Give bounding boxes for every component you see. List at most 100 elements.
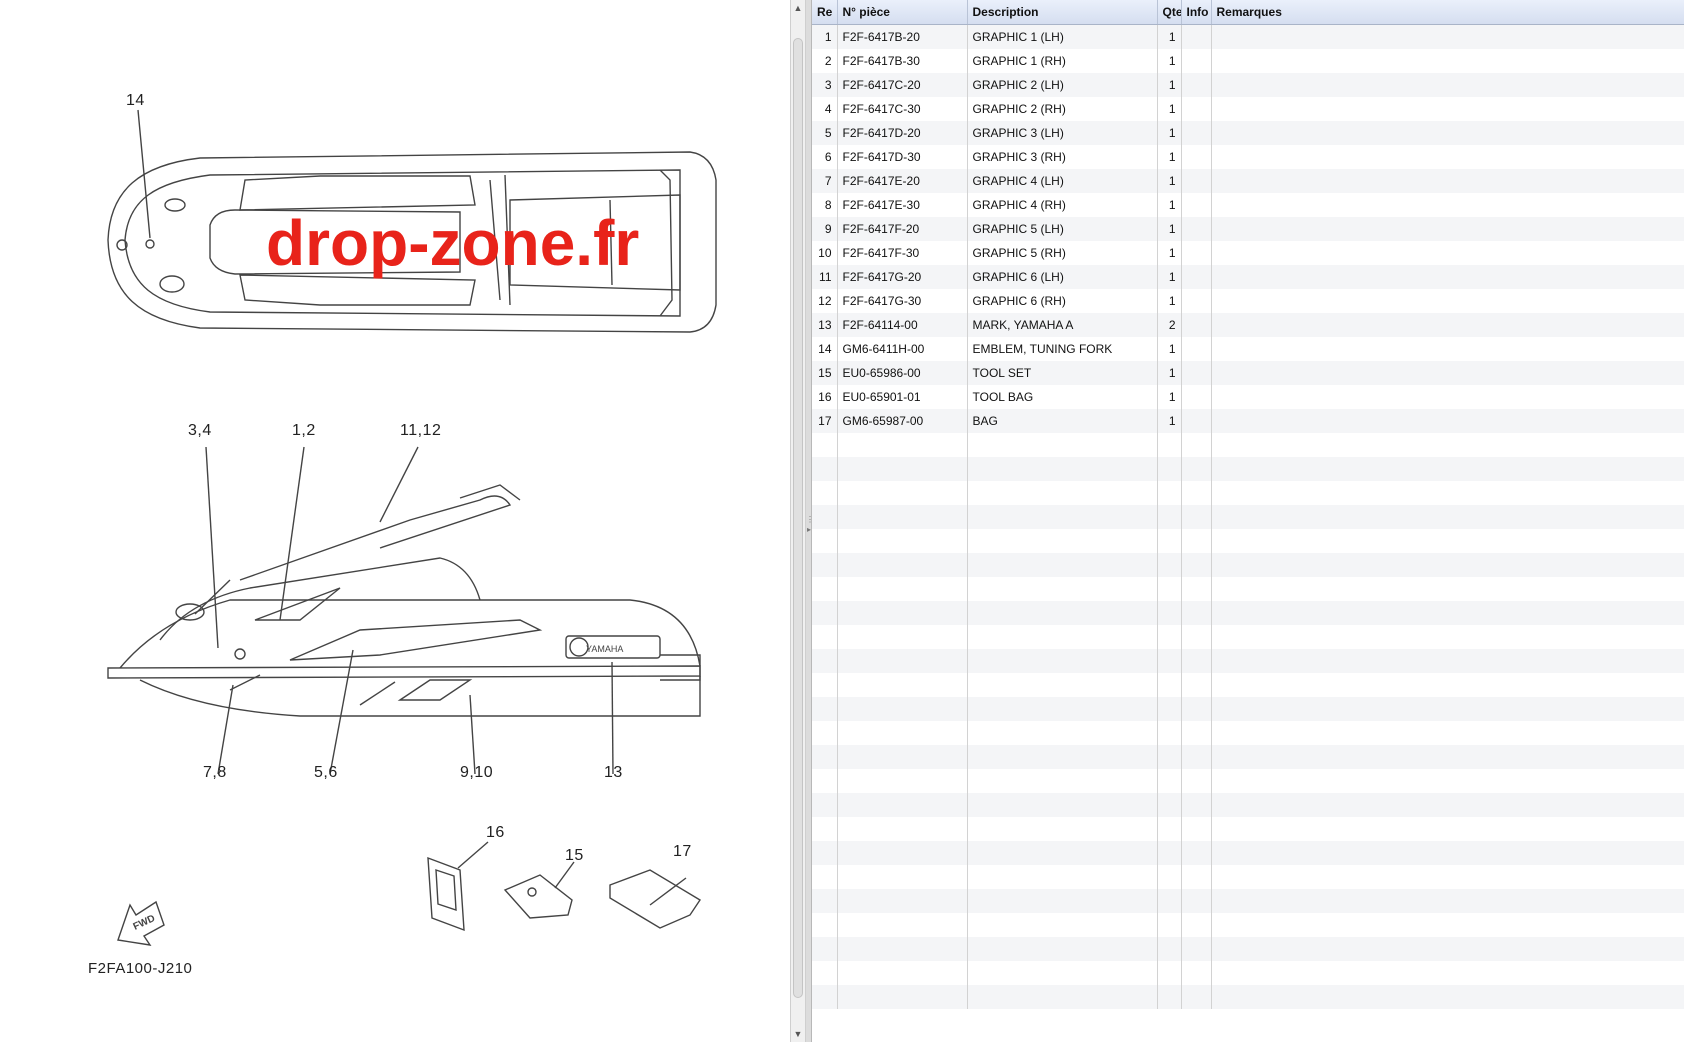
callout-5-6: 5,6 <box>314 764 338 781</box>
column-header-description[interactable]: Description <box>967 0 1158 25</box>
empty-cell <box>837 505 968 529</box>
table-row[interactable]: 12 F2F-6417G-30 GRAPHIC 6 (RH) 1 <box>812 289 1684 313</box>
column-header-ref[interactable]: Re <box>812 0 838 25</box>
table-row-empty <box>812 745 1684 769</box>
empty-cell <box>1157 865 1182 889</box>
table-row[interactable]: 15 EU0-65986-00 TOOL SET 1 <box>812 361 1684 385</box>
cell-part-number: GM6-6411H-00 <box>837 337 968 361</box>
callout-15: 15 <box>565 847 584 864</box>
empty-cell <box>967 793 1158 817</box>
column-header-part-number[interactable]: N° pièce <box>837 0 968 25</box>
empty-cell <box>967 913 1158 937</box>
table-row-empty <box>812 841 1684 865</box>
empty-cell <box>1211 577 1684 601</box>
watermark: drop-zone.fr <box>266 207 640 279</box>
empty-cell <box>812 793 838 817</box>
empty-cell <box>812 697 838 721</box>
callout-3-4: 3,4 <box>188 422 212 439</box>
empty-cell <box>812 769 838 793</box>
column-header-qty[interactable]: Qte <box>1157 0 1182 25</box>
cell-remarks <box>1211 97 1684 121</box>
callout-14: 14 <box>126 92 145 109</box>
empty-cell <box>1211 457 1684 481</box>
cell-info <box>1181 145 1212 169</box>
empty-cell <box>812 577 838 601</box>
empty-cell <box>967 985 1158 1009</box>
diagram-scrollbar[interactable]: ▲ ▼ <box>790 0 806 1042</box>
empty-cell <box>1181 553 1212 577</box>
empty-cell <box>812 721 838 745</box>
empty-cell <box>967 457 1158 481</box>
empty-cell <box>1181 841 1212 865</box>
empty-cell <box>1211 481 1684 505</box>
column-header-remarks[interactable]: Remarques <box>1211 0 1684 25</box>
table-row[interactable]: 8 F2F-6417E-30 GRAPHIC 4 (RH) 1 <box>812 193 1684 217</box>
table-row[interactable]: 7 F2F-6417E-20 GRAPHIC 4 (LH) 1 <box>812 169 1684 193</box>
cell-info <box>1181 409 1212 433</box>
empty-cell <box>1157 433 1182 457</box>
empty-cell <box>967 889 1158 913</box>
empty-cell <box>1157 529 1182 553</box>
side-view-hull <box>107 665 701 679</box>
cell-part-number: F2F-64114-00 <box>837 313 968 337</box>
column-header-info[interactable]: Info <box>1181 0 1212 25</box>
cell-description: GRAPHIC 1 (RH) <box>967 49 1158 73</box>
empty-cell <box>812 529 838 553</box>
empty-cell <box>1211 697 1684 721</box>
cell-qty: 1 <box>1157 265 1182 289</box>
cell-info <box>1181 169 1212 193</box>
table-row-empty <box>812 625 1684 649</box>
empty-cell <box>1181 697 1212 721</box>
table-row[interactable]: 13 F2F-64114-00 MARK, YAMAHA A2 <box>812 313 1684 337</box>
empty-cell <box>812 673 838 697</box>
empty-cell <box>837 625 968 649</box>
empty-cell <box>1157 697 1182 721</box>
table-row[interactable]: 14 GM6-6411H-00 EMBLEM, TUNING FORK 1 <box>812 337 1684 361</box>
empty-cell <box>837 529 968 553</box>
table-row[interactable]: 16 EU0-65901-01 TOOL BAG 1 <box>812 385 1684 409</box>
cell-qty: 1 <box>1157 241 1182 265</box>
empty-cell <box>967 745 1158 769</box>
table-row[interactable]: 3 F2F-6417C-20 GRAPHIC 2 (LH) 1 <box>812 73 1684 97</box>
cell-info <box>1181 217 1212 241</box>
table-row[interactable]: 4 F2F-6417C-30 GRAPHIC 2 (RH) 1 <box>812 97 1684 121</box>
empty-cell <box>1211 649 1684 673</box>
empty-cell <box>1211 601 1684 625</box>
table-row[interactable]: 10 F2F-6417F-30 GRAPHIC 5 (RH) 1 <box>812 241 1684 265</box>
cell-ref: 17 <box>812 409 838 433</box>
empty-cell <box>1211 553 1684 577</box>
cell-qty: 1 <box>1157 385 1182 409</box>
scrollbar-thumb[interactable] <box>793 38 803 998</box>
empty-cell <box>812 553 838 577</box>
table-row[interactable]: 17 GM6-65987-00 BAG 1 <box>812 409 1684 433</box>
cell-qty: 1 <box>1157 289 1182 313</box>
table-row[interactable]: 11 F2F-6417G-20 GRAPHIC 6 (LH) 1 <box>812 265 1684 289</box>
cell-ref: 5 <box>812 121 838 145</box>
empty-cell <box>1157 721 1182 745</box>
table-row-empty <box>812 673 1684 697</box>
table-row-empty <box>812 505 1684 529</box>
cell-info <box>1181 361 1212 385</box>
table-row[interactable]: 9 F2F-6417F-20 GRAPHIC 5 (LH) 1 <box>812 217 1684 241</box>
table-row[interactable]: 6 F2F-6417D-30 GRAPHIC 3 (RH) 1 <box>812 145 1684 169</box>
cell-ref: 3 <box>812 73 838 97</box>
scroll-up-icon[interactable]: ▲ <box>791 0 805 16</box>
table-row-empty <box>812 433 1684 457</box>
table-row[interactable]: 5 F2F-6417D-20 GRAPHIC 3 (LH) 1 <box>812 121 1684 145</box>
table-row-empty <box>812 649 1684 673</box>
empty-cell <box>1157 985 1182 1009</box>
tool-bag-part <box>427 856 465 932</box>
empty-cell <box>837 721 968 745</box>
empty-cell <box>1181 961 1212 985</box>
empty-cell <box>837 913 968 937</box>
empty-cell <box>1181 937 1212 961</box>
empty-cell <box>967 961 1158 985</box>
cell-part-number: F2F-6417E-20 <box>837 169 968 193</box>
table-row-empty <box>812 913 1684 937</box>
scroll-down-icon[interactable]: ▼ <box>791 1026 805 1042</box>
empty-cell <box>1181 889 1212 913</box>
tool-set-part <box>503 874 573 919</box>
table-row[interactable]: 2 F2F-6417B-30 GRAPHIC 1 (RH) 1 <box>812 49 1684 73</box>
parts-table-body: 1 F2F-6417B-20 GRAPHIC 1 (LH) 1 2 F2F-6417B-3… <box>812 24 1684 1009</box>
table-row[interactable]: 1 F2F-6417B-20 GRAPHIC 1 (LH) 1 <box>812 24 1684 49</box>
